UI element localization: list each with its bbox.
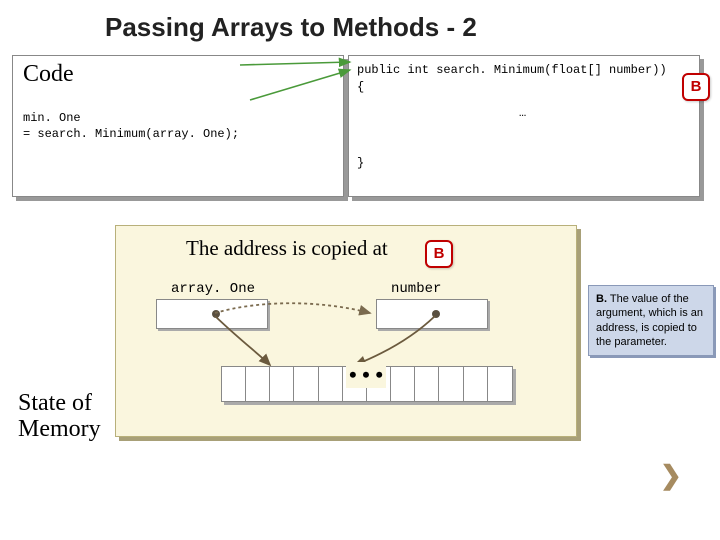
method-close-brace: } [357, 156, 364, 170]
pointer-dot [212, 310, 220, 318]
code-line-2: = search. Minimum(array. One); [23, 127, 239, 143]
arrayone-label: array. One [171, 281, 255, 297]
number-label: number [391, 281, 441, 297]
code-line-1: min. One [23, 111, 239, 127]
method-panel: public int search. Minimum(float[] numbe… [348, 55, 700, 197]
pointer-dot [432, 310, 440, 318]
code-label: Code [23, 61, 74, 88]
badge-b-middle: B [425, 240, 453, 268]
explain-text: The value of the argument, which is an a… [596, 293, 703, 348]
array-ellipsis: • • • [346, 362, 386, 388]
state-of-memory-label: State of Memory [18, 390, 101, 443]
next-chevron-icon[interactable]: ❯ [660, 460, 682, 491]
method-body-ellipsis: … [519, 106, 526, 120]
pointer-box-number [376, 299, 488, 329]
pointer-box-arrayone [156, 299, 268, 329]
method-signature: public int search. Minimum(float[] numbe… [357, 62, 667, 96]
explain-prefix: B. [596, 293, 607, 305]
memory-panel: The address is copied at array. One numb… [115, 225, 577, 437]
address-copied-text: The address is copied at [186, 236, 388, 261]
slide-title: Passing Arrays to Methods - 2 [105, 12, 477, 43]
explain-box: B. The value of the argument, which is a… [588, 285, 714, 356]
code-lines: min. One = search. Minimum(array. One); [23, 111, 239, 142]
badge-b-top: B [682, 73, 710, 101]
code-panel: Code min. One = search. Minimum(array. O… [12, 55, 344, 197]
